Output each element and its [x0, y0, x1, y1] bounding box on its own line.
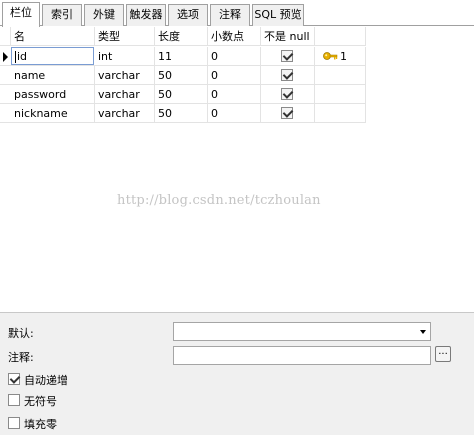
tab-foreign-keys[interactable]: 外键 [84, 4, 124, 26]
field-type[interactable]: varchar [95, 104, 155, 123]
text-caret [15, 51, 16, 63]
field-decimals[interactable]: 0 [208, 47, 261, 66]
primary-key-icon [323, 52, 338, 60]
field-type[interactable]: varchar [95, 66, 155, 85]
tab-fields[interactable]: 栏位 [2, 2, 40, 27]
tab-bar: 栏位 索引 外键 触发器 选项 注释 SQL 预览 [0, 0, 474, 27]
header-decimals[interactable]: 小数点 [208, 27, 261, 46]
primary-key-order: 1 [340, 50, 347, 63]
field-key-cell[interactable] [315, 85, 366, 104]
field-decimals[interactable]: 0 [208, 85, 261, 104]
not-null-checkbox[interactable] [281, 107, 293, 119]
field-type[interactable]: varchar [95, 85, 155, 104]
tab-triggers[interactable]: 触发器 [126, 4, 166, 26]
comment-edit-button[interactable]: ... [435, 346, 451, 362]
field-length[interactable]: 11 [155, 47, 208, 66]
field-type[interactable]: int [95, 47, 155, 66]
field-length[interactable]: 50 [155, 66, 208, 85]
field-name[interactable]: password [11, 85, 95, 104]
row-indicator [0, 85, 10, 104]
not-null-checkbox[interactable] [281, 88, 293, 100]
unsigned-label: 无符号 [24, 395, 57, 408]
chevron-down-icon [420, 330, 426, 334]
field-decimals[interactable]: 0 [208, 104, 261, 123]
table-row[interactable]: password varchar 50 0 [0, 85, 366, 104]
not-null-checkbox[interactable] [281, 50, 293, 62]
field-name[interactable]: nickname [11, 104, 95, 123]
field-decimals[interactable]: 0 [208, 66, 261, 85]
header-indicator [0, 27, 11, 46]
field-not-null-cell [261, 47, 315, 66]
tab-sql-preview[interactable]: SQL 预览 [252, 4, 304, 26]
tab-options[interactable]: 选项 [168, 4, 208, 26]
field-not-null-cell [261, 66, 315, 85]
field-length[interactable]: 50 [155, 104, 208, 123]
unsigned-checkbox[interactable] [8, 394, 20, 406]
zerofill-label: 填充零 [24, 418, 57, 431]
name-edit-input[interactable]: id [11, 47, 94, 65]
field-properties-panel: 默认: 注释: ... 自动递增 无符号 填充零 [0, 312, 474, 435]
zerofill-checkbox[interactable] [8, 417, 20, 429]
comment-input[interactable] [173, 346, 431, 365]
header-key[interactable] [315, 27, 366, 46]
tab-comments[interactable]: 注释 [210, 4, 250, 26]
tab-indexes[interactable]: 索引 [42, 4, 82, 26]
table-row[interactable]: id int 11 0 1 [0, 47, 366, 66]
row-indicator [0, 47, 10, 66]
field-key-cell[interactable] [315, 66, 366, 85]
fields-grid: 名 类型 长度 小数点 不是 null id int 11 0 1 name v… [0, 27, 474, 312]
row-indicator [0, 66, 10, 85]
current-row-arrow-icon [3, 52, 8, 62]
not-null-checkbox[interactable] [281, 69, 293, 81]
header-length[interactable]: 长度 [155, 27, 208, 46]
default-value-select[interactable] [173, 322, 431, 341]
grid-header: 名 类型 长度 小数点 不是 null [0, 27, 366, 46]
default-label: 默认: [8, 327, 34, 340]
header-not-null[interactable]: 不是 null [261, 27, 315, 46]
watermark-text: http://blog.csdn.net/tczhoulan [117, 193, 321, 208]
auto-increment-checkbox[interactable] [8, 373, 20, 385]
table-row[interactable]: nickname varchar 50 0 [0, 104, 366, 123]
comment-label: 注释: [8, 351, 34, 364]
field-name[interactable]: name [11, 66, 95, 85]
field-not-null-cell [261, 104, 315, 123]
field-name: id [17, 50, 28, 63]
header-name[interactable]: 名 [11, 27, 95, 46]
row-indicator [0, 104, 10, 123]
header-type[interactable]: 类型 [95, 27, 155, 46]
table-row[interactable]: name varchar 50 0 [0, 66, 366, 85]
auto-increment-label: 自动递增 [24, 374, 68, 387]
field-key-cell[interactable] [315, 104, 366, 123]
field-key-cell: 1 [315, 47, 366, 66]
field-not-null-cell [261, 85, 315, 104]
field-length[interactable]: 50 [155, 85, 208, 104]
